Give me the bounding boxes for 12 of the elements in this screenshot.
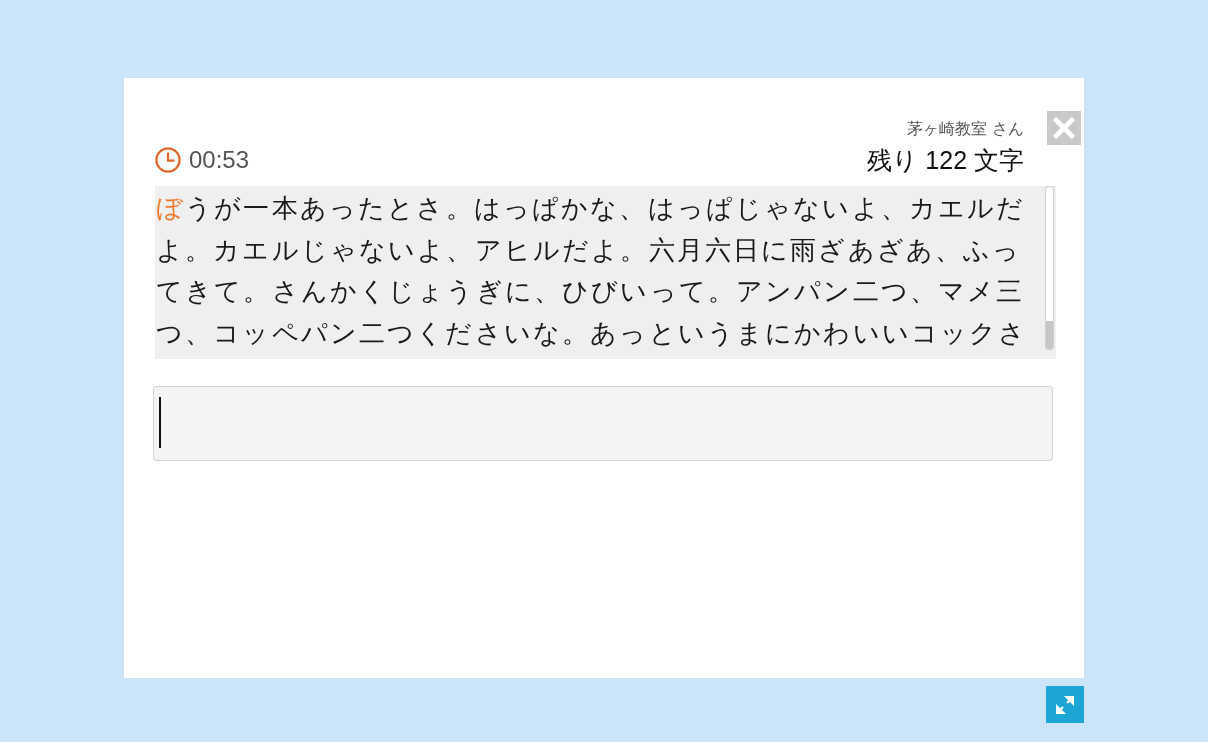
diagonal-arrows-icon: [1056, 695, 1074, 714]
close-icon: [1052, 116, 1076, 140]
scrollbar[interactable]: [1045, 186, 1054, 350]
text-cursor: [159, 397, 161, 448]
user-name: 茅ヶ崎教室 さん: [906, 118, 1024, 140]
clock-icon: [155, 147, 181, 173]
passage-text: ぼ うが一本あったとさ。はっぱかな、はっぱじゃないよ、カエルだよ。カエルじゃないよ、アヒルだよ。六月六日に雨ざあざあ、ふってきて。さんかくじょうぎに、ひびいって。アンパン二つ、マメ三つ、コッペパン二つくださいな。あっというまにかわいいコックさ: [156, 192, 1029, 350]
remaining-count: 残り 122 文字: [867, 145, 1024, 176]
expand-button[interactable]: [1046, 686, 1084, 723]
close-button[interactable]: [1047, 111, 1081, 145]
input-field[interactable]: [153, 386, 1053, 461]
elapsed-time: 00:53: [189, 146, 250, 174]
